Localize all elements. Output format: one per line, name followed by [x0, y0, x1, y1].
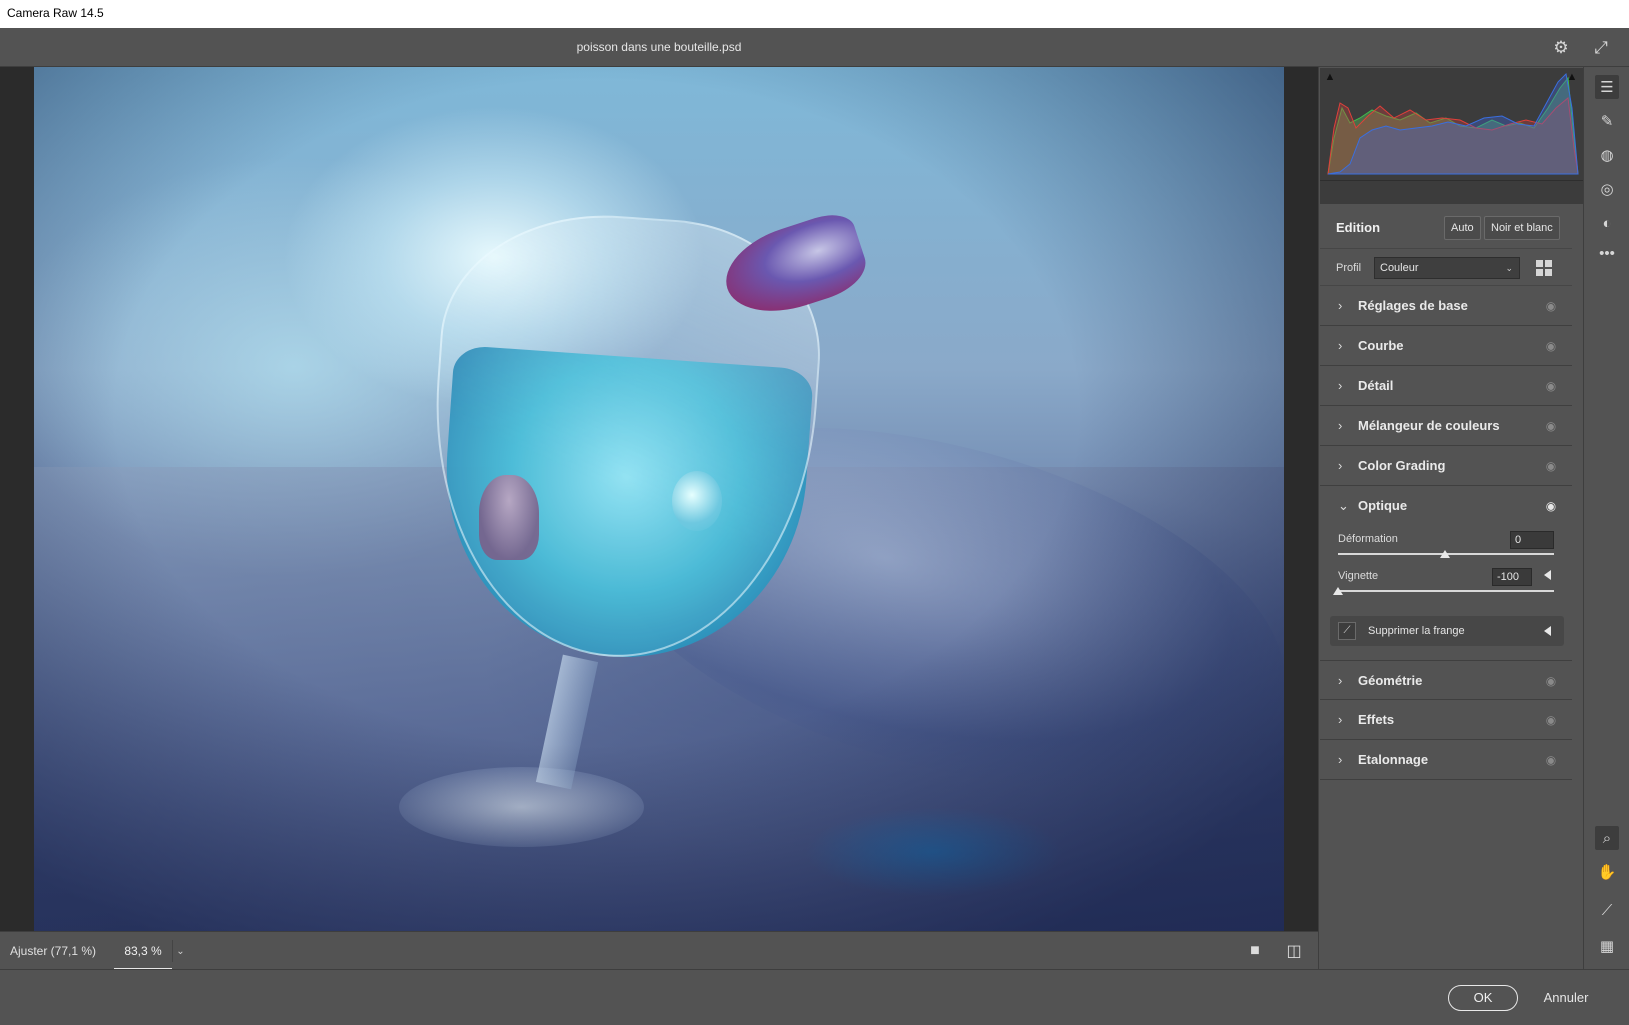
window-title-bar: Camera Raw 14.5: [0, 0, 1629, 28]
chevron-down-icon: ⌄: [1505, 263, 1513, 273]
vignette-field[interactable]: -100: [1492, 568, 1532, 586]
image-canvas[interactable]: [0, 67, 1318, 931]
dialog-footer: OK Annuler: [0, 969, 1629, 1025]
histogram-graph: [1327, 72, 1579, 175]
eye-icon[interactable]: ◉: [1544, 339, 1558, 353]
deformation-label: Déformation: [1338, 533, 1398, 545]
profile-label: Profil: [1336, 262, 1362, 274]
chevron-right-icon: ›: [1338, 338, 1343, 353]
section-label: Optique: [1358, 498, 1408, 513]
section-label: Réglages de base: [1358, 298, 1468, 313]
auto-button[interactable]: Auto: [1444, 216, 1481, 240]
chevron-right-icon: ›: [1338, 298, 1343, 313]
canvas-right-margin: [1284, 67, 1318, 931]
profile-select[interactable]: Couleur ⌄: [1374, 257, 1520, 279]
section-label: Color Grading: [1358, 458, 1446, 473]
section-detail[interactable]: › Détail ◉: [1320, 366, 1572, 406]
collapse-triangle-icon[interactable]: [1544, 570, 1551, 580]
mask-icon[interactable]: ◍: [1595, 143, 1619, 167]
sliders-icon[interactable]: ☰: [1595, 75, 1619, 99]
eye-icon[interactable]: ◉: [1544, 753, 1558, 767]
cancel-button[interactable]: Annuler: [1536, 985, 1596, 1011]
vignette-slider-thumb[interactable]: [1333, 587, 1343, 595]
eye-icon[interactable]: ◉: [1544, 674, 1558, 688]
photo-preview[interactable]: [34, 67, 1284, 931]
eye-icon[interactable]: ◉: [1544, 459, 1558, 473]
chevron-right-icon: ›: [1338, 378, 1343, 393]
photo-vignette: [34, 67, 1284, 931]
hand-icon[interactable]: ✋: [1595, 860, 1619, 884]
black-white-button[interactable]: Noir et blanc: [1484, 216, 1560, 240]
deformation-field[interactable]: 0: [1510, 531, 1554, 549]
zoom-level-button[interactable]: 83,3 %: [114, 932, 172, 970]
window-title: Camera Raw 14.5: [7, 6, 104, 20]
presets-icon[interactable]: ◐: [1595, 211, 1619, 235]
chevron-right-icon: ›: [1338, 418, 1343, 433]
histogram-footer: [1320, 180, 1584, 204]
chevron-right-icon: ›: [1338, 712, 1343, 727]
section-geometrie[interactable]: › Géométrie ◉: [1320, 660, 1572, 700]
eye-icon[interactable]: ◉: [1544, 499, 1558, 513]
edit-title: Edition: [1336, 220, 1381, 235]
chevron-right-icon: ›: [1338, 752, 1343, 767]
section-reglages-de-base[interactable]: › Réglages de base ◉: [1320, 286, 1572, 326]
section-etalonnage[interactable]: › Etalonnage ◉: [1320, 740, 1572, 780]
zoom-icon[interactable]: ⌕: [1595, 826, 1619, 850]
vignette-slider-track[interactable]: [1338, 590, 1554, 592]
chevron-right-icon: ›: [1338, 458, 1343, 473]
zoom-fit-button[interactable]: Ajuster (77,1 %): [10, 932, 96, 970]
document-filename: poisson dans une bouteille.psd: [576, 40, 742, 54]
profile-select-value: Couleur: [1380, 262, 1419, 274]
single-view-icon[interactable]: ■: [1244, 941, 1266, 961]
section-optique[interactable]: ⌄ Optique ◉: [1320, 486, 1572, 526]
expand-icon[interactable]: ⤢: [1590, 37, 1612, 59]
red-eye-icon[interactable]: ◎: [1595, 177, 1619, 201]
canvas-toolbar: Ajuster (77,1 %) 83,3 % ⌄ ■ ◫: [0, 931, 1318, 970]
section-label: Etalonnage: [1358, 752, 1429, 767]
section-melangeur-de-couleurs[interactable]: › Mélangeur de couleurs ◉: [1320, 406, 1572, 446]
section-label: Détail: [1358, 378, 1394, 393]
camera-raw-app: Camera Raw 14.5 poisson dans une bouteil…: [0, 0, 1629, 1025]
chevron-down-icon[interactable]: ⌄: [172, 940, 188, 962]
canvas-left-margin: [0, 67, 34, 931]
ok-button[interactable]: OK: [1448, 985, 1518, 1011]
document-header: poisson dans une bouteille.psd ⚙ ⤢: [0, 28, 1629, 67]
edit-header: Edition Auto Noir et blanc: [1320, 208, 1572, 248]
vignette-label: Vignette: [1338, 570, 1379, 582]
shadow-clipping-icon[interactable]: ▲: [1322, 70, 1338, 84]
collapse-triangle-icon[interactable]: [1544, 626, 1551, 636]
color-sampler-icon[interactable]: ⟋: [1595, 898, 1619, 922]
section-label: Mélangeur de couleurs: [1358, 418, 1500, 433]
section-label: Effets: [1358, 712, 1395, 727]
histogram: ▲ ▲: [1320, 68, 1584, 180]
eye-icon[interactable]: ◉: [1544, 419, 1558, 433]
section-color-grading[interactable]: › Color Grading ◉: [1320, 446, 1572, 486]
more-icon[interactable]: •••: [1595, 241, 1619, 265]
deformation-slider-thumb[interactable]: [1440, 550, 1450, 558]
section-label: Courbe: [1358, 338, 1404, 353]
eyedropper-icon[interactable]: ⟋: [1338, 622, 1356, 640]
grid-overlay-icon[interactable]: ▦: [1595, 934, 1619, 958]
remove-fringe-row[interactable]: ⟋ Supprimer la frange: [1330, 616, 1564, 646]
gear-icon[interactable]: ⚙: [1550, 37, 1572, 59]
profile-row: Profil Couleur ⌄: [1320, 248, 1572, 286]
eye-icon[interactable]: ◉: [1544, 713, 1558, 727]
highlight-clipping-icon[interactable]: ▲: [1564, 70, 1580, 84]
chevron-down-icon: ⌄: [1338, 498, 1349, 513]
chevron-right-icon: ›: [1338, 673, 1343, 688]
section-effets[interactable]: › Effets ◉: [1320, 700, 1572, 740]
eye-icon[interactable]: ◉: [1544, 379, 1558, 393]
section-courbe[interactable]: › Courbe ◉: [1320, 326, 1572, 366]
section-label: Géométrie: [1358, 673, 1423, 688]
remove-fringe-label: Supprimer la frange: [1368, 625, 1465, 637]
profile-browser-icon[interactable]: [1534, 258, 1554, 278]
before-after-icon[interactable]: ◫: [1283, 941, 1305, 961]
healing-brush-icon[interactable]: ✎: [1595, 109, 1619, 133]
eye-icon[interactable]: ◉: [1544, 299, 1558, 313]
